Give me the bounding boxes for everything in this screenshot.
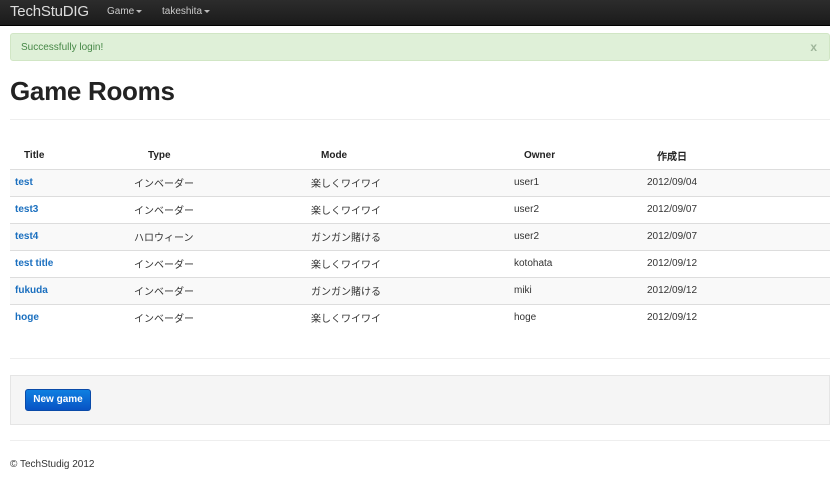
caret-down-icon: [204, 9, 211, 13]
nav-menu-user-label: takeshita: [162, 6, 203, 17]
cell-title: hoge: [10, 303, 134, 331]
room-title-link[interactable]: hoge: [15, 312, 39, 323]
cell-title: test title: [10, 249, 134, 277]
brand-logo[interactable]: TechStuDIG: [10, 3, 89, 20]
divider: [10, 358, 830, 359]
cell-date: 2012/09/07: [647, 222, 830, 250]
room-title-link[interactable]: test title: [15, 258, 53, 269]
game-rooms-table: Title Type Mode Owner 作成日 test インベーダー 楽し…: [10, 142, 830, 331]
cell-owner: user1: [514, 168, 647, 196]
cell-type: インベーダー: [134, 195, 311, 223]
header-owner[interactable]: Owner: [514, 142, 647, 169]
alert-close-button[interactable]: x: [810, 40, 817, 54]
table-row: test3 インベーダー 楽しくワイワイ user2 2012/09/07: [10, 195, 830, 223]
table-row: test インベーダー 楽しくワイワイ user1 2012/09/04: [10, 168, 830, 196]
cell-date: 2012/09/07: [647, 195, 830, 223]
nav-menu-game[interactable]: Game: [107, 6, 143, 17]
cell-owner: user2: [514, 195, 647, 223]
cell-mode: 楽しくワイワイ: [311, 168, 514, 196]
cell-owner: kotohata: [514, 249, 647, 277]
alert-message: Successfully login!: [21, 42, 104, 53]
table-row: hoge インベーダー 楽しくワイワイ hoge 2012/09/12: [10, 303, 830, 331]
cell-mode: 楽しくワイワイ: [311, 249, 514, 277]
cell-owner: hoge: [514, 303, 647, 331]
cell-date: 2012/09/04: [647, 168, 830, 196]
cell-date: 2012/09/12: [647, 249, 830, 277]
top-navbar: TechStuDIG Game takeshita: [0, 0, 830, 26]
header-type[interactable]: Type: [134, 142, 311, 169]
divider: [10, 119, 830, 120]
cell-type: ハロウィーン: [134, 222, 311, 250]
room-title-link[interactable]: test: [15, 177, 33, 188]
header-title[interactable]: Title: [10, 142, 134, 169]
table-row: test title インベーダー 楽しくワイワイ kotohata 2012/…: [10, 249, 830, 277]
cell-title: test4: [10, 222, 134, 250]
cell-type: インベーダー: [134, 249, 311, 277]
cell-owner: user2: [514, 222, 647, 250]
page-title: Game Rooms: [10, 76, 175, 106]
cell-date: 2012/09/12: [647, 276, 830, 304]
cell-title: test: [10, 168, 134, 196]
room-title-link[interactable]: test3: [15, 204, 38, 215]
success-alert: Successfully login! x: [10, 33, 830, 61]
cell-mode: 楽しくワイワイ: [311, 303, 514, 331]
cell-mode: ガンガン賭ける: [311, 222, 514, 250]
cell-type: インベーダー: [134, 168, 311, 196]
cell-owner: miki: [514, 276, 647, 304]
nav-menu-user[interactable]: takeshita: [162, 6, 211, 17]
cell-mode: 楽しくワイワイ: [311, 195, 514, 223]
nav-menu-game-label: Game: [107, 6, 135, 17]
cell-title: fukuda: [10, 276, 134, 304]
form-actions: New game: [10, 375, 830, 425]
room-title-link[interactable]: test4: [15, 231, 38, 242]
footer-copyright: © TechStudig 2012: [10, 459, 95, 470]
caret-down-icon: [136, 9, 143, 13]
table-row: test4 ハロウィーン ガンガン賭ける user2 2012/09/07: [10, 222, 830, 250]
cell-mode: ガンガン賭ける: [311, 276, 514, 304]
cell-type: インベーダー: [134, 276, 311, 304]
cell-type: インベーダー: [134, 303, 311, 331]
header-created-date[interactable]: 作成日: [647, 142, 830, 169]
new-game-button[interactable]: New game: [25, 389, 91, 411]
table-header-row: Title Type Mode Owner 作成日: [10, 142, 830, 169]
table-row: fukuda インベーダー ガンガン賭ける miki 2012/09/12: [10, 276, 830, 304]
header-mode[interactable]: Mode: [311, 142, 514, 169]
cell-date: 2012/09/12: [647, 303, 830, 331]
room-title-link[interactable]: fukuda: [15, 285, 48, 296]
divider: [10, 440, 830, 441]
cell-title: test3: [10, 195, 134, 223]
